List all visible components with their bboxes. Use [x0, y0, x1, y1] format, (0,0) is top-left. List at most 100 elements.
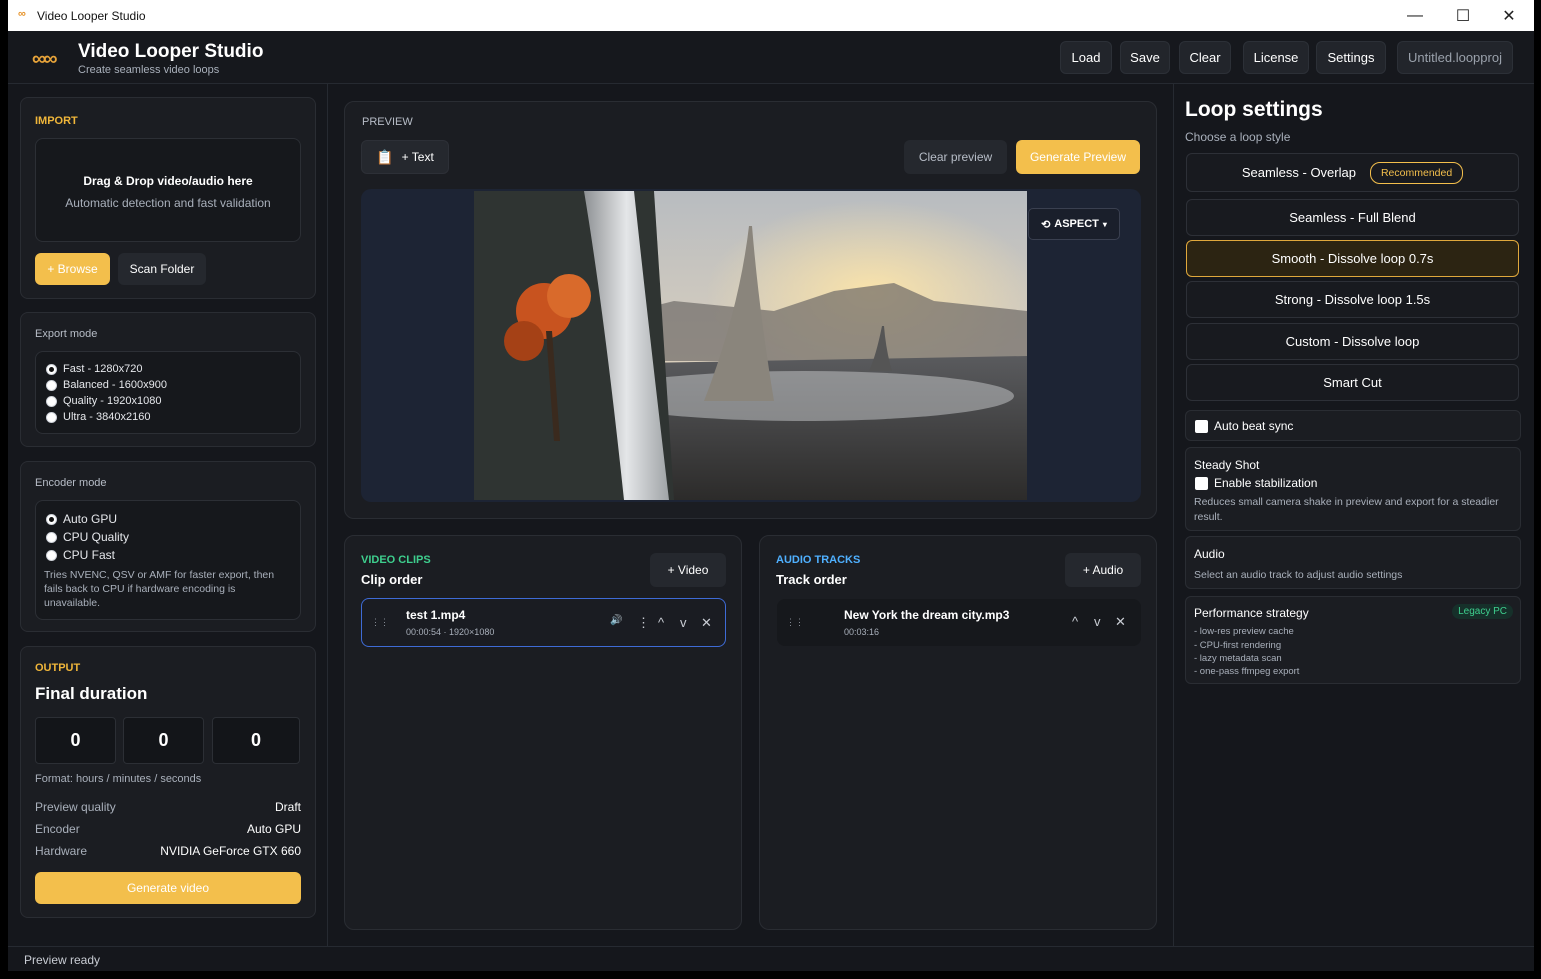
drag-handle-icon[interactable]: ⋮⋮ [371, 617, 389, 628]
app-subtitle: Create seamless video loops [78, 64, 220, 76]
encoder-option-label: CPU Fast [63, 548, 116, 562]
export-option-fast[interactable]: Fast - 1280x720 [46, 363, 143, 375]
encoder-note: Tries NVENC, QSV or AMF for faster expor… [44, 569, 275, 609]
output-title: OUTPUT [35, 662, 81, 674]
volume-icon[interactable]: 🔊 [610, 615, 622, 626]
loop-option-smart-cut[interactable]: Smart Cut [1186, 364, 1519, 401]
auto-beat-sync-row[interactable]: Auto beat sync [1185, 410, 1521, 441]
seconds-field[interactable]: 0 [212, 717, 300, 764]
logo-icon: ∞∞ [32, 48, 57, 70]
add-text-button[interactable]: 📋 + Text [361, 140, 449, 174]
load-button[interactable]: Load [1060, 41, 1112, 74]
clear-button[interactable]: Clear [1179, 41, 1231, 74]
hours-field[interactable]: 0 [35, 717, 116, 764]
audio-settings-title: Audio [1194, 547, 1225, 561]
export-option-ultra[interactable]: Ultra - 3840x2160 [46, 411, 150, 423]
drop-zone-subtitle: Automatic detection and fast validation [65, 196, 271, 210]
encoder-option-label: Auto GPU [63, 512, 118, 526]
preview-card: PREVIEW 📋 + Text Clear preview Generate … [344, 101, 1157, 519]
export-option-label: Fast - 1280x720 [63, 363, 143, 375]
radio-icon [46, 513, 57, 525]
app-header: ∞∞ Video Looper Studio Create seamless v… [8, 31, 1534, 84]
remove-clip-icon[interactable]: ✕ [701, 615, 712, 631]
export-mode-card: Export mode Fast - 1280x720 Balanced - 1… [20, 312, 316, 447]
loop-option-seamless-overlap[interactable]: Seamless - Overlap Recommended [1186, 153, 1519, 192]
export-option-label: Balanced - 1600x900 [63, 379, 167, 391]
aspect-dropdown[interactable]: ⟲ ASPECT ▾ [1028, 208, 1120, 240]
move-up-icon[interactable]: ^ [658, 615, 664, 630]
clip-order-heading: Clip order [361, 572, 423, 587]
loop-option-strong-dissolve[interactable]: Strong - Dissolve loop 1.5s [1186, 281, 1519, 318]
maximize-button[interactable]: ☐ [1440, 0, 1486, 31]
preview-viewport: ⟲ ASPECT ▾ [361, 189, 1141, 502]
save-button[interactable]: Save [1120, 41, 1170, 74]
browse-button[interactable]: + Browse [35, 253, 110, 285]
performance-item: - low-res preview cache [1194, 626, 1294, 637]
encoder-label: Encoder [35, 822, 80, 836]
encoder-mode-card: Encoder mode Auto GPU CPU Quality CPU Fa… [20, 461, 316, 632]
hardware-label: Hardware [35, 844, 88, 858]
auto-beat-sync-checkbox[interactable] [1195, 420, 1208, 434]
encoder-option-label: CPU Quality [63, 530, 130, 544]
radio-icon [46, 379, 57, 391]
license-button[interactable]: License [1243, 41, 1309, 74]
encoder-option-auto-gpu[interactable]: Auto GPU [46, 512, 117, 526]
left-panel: IMPORT Drag & Drop video/audio here Auto… [8, 84, 328, 946]
scan-folder-button[interactable]: Scan Folder [118, 253, 206, 285]
legacy-pc-badge: Legacy PC [1452, 604, 1513, 619]
generate-video-button[interactable]: Generate video [35, 872, 301, 904]
app-window: ∞ Video Looper Studio — ☐ ✕ ∞∞ Video Loo… [8, 0, 1534, 971]
performance-item: - lazy metadata scan [1194, 653, 1282, 664]
project-name-button[interactable]: Untitled.loopproj [1397, 41, 1513, 74]
preview-quality-row: Preview quality Draft [35, 800, 301, 814]
stabilization-checkbox[interactable] [1195, 477, 1208, 491]
track-meta: 00:03:16 [844, 627, 880, 637]
move-down-icon[interactable]: v [1094, 614, 1101, 629]
track-name: New York the dream city.mp3 [844, 608, 1010, 622]
add-video-button[interactable]: + Video [650, 553, 726, 587]
drag-handle-icon[interactable]: ⋮⋮ [786, 617, 804, 628]
export-option-balanced[interactable]: Balanced - 1600x900 [46, 379, 167, 391]
settings-button[interactable]: Settings [1316, 41, 1386, 74]
close-window-button[interactable]: ✕ [1486, 0, 1532, 31]
minimize-button[interactable]: — [1392, 0, 1438, 31]
clear-preview-button[interactable]: Clear preview [904, 140, 1007, 174]
clipboard-icon: 📋 [376, 148, 394, 165]
stabilization-label: Enable stabilization [1214, 476, 1318, 490]
move-down-icon[interactable]: v [680, 615, 687, 630]
audio-tracks-title: AUDIO TRACKS [776, 554, 861, 566]
radio-icon [46, 411, 57, 423]
export-mode-label: Export mode [35, 328, 98, 340]
preview-quality-value: Draft [274, 800, 301, 814]
minutes-field[interactable]: 0 [123, 717, 204, 764]
loop-option-smooth-dissolve[interactable]: Smooth - Dissolve loop 0.7s [1186, 240, 1519, 277]
drop-zone[interactable]: Drag & Drop video/audio here Automatic d… [35, 138, 301, 242]
loop-option-custom-dissolve[interactable]: Custom - Dissolve loop [1186, 323, 1519, 360]
status-bar: Preview ready [8, 946, 1534, 971]
move-up-icon[interactable]: ^ [1072, 614, 1078, 629]
right-panel: Loop settings Choose a loop style Seamle… [1173, 84, 1534, 946]
import-title: IMPORT [35, 115, 78, 127]
encoder-option-cpu-fast[interactable]: CPU Fast [46, 548, 115, 562]
remove-track-icon[interactable]: ✕ [1115, 614, 1126, 630]
track-row[interactable]: ⋮⋮ New York the dream city.mp3 00:03:16 … [777, 599, 1141, 646]
preview-title: PREVIEW [362, 116, 413, 128]
encoder-option-cpu-quality[interactable]: CPU Quality [46, 530, 129, 544]
hardware-value: NVIDIA GeForce GTX 660 [160, 844, 301, 858]
generate-preview-button[interactable]: Generate Preview [1016, 140, 1140, 174]
export-option-quality[interactable]: Quality - 1920x1080 [46, 395, 161, 407]
performance-item: - CPU-first rendering [1194, 640, 1282, 651]
preview-frame [474, 191, 1027, 500]
radio-icon [46, 531, 57, 543]
title-bar: ∞ Video Looper Studio — ☐ ✕ [8, 0, 1534, 31]
clip-meta: 00:00:54 · 1920×1080 [406, 627, 495, 637]
aspect-label: ASPECT [1054, 218, 1099, 230]
loop-option-seamless-full-blend[interactable]: Seamless - Full Blend [1186, 199, 1519, 236]
stabilization-row[interactable]: Enable stabilization [1195, 476, 1318, 491]
export-option-label: Quality - 1920x1080 [63, 395, 162, 407]
export-mode-group: Fast - 1280x720 Balanced - 1600x900 Qual… [35, 351, 301, 434]
clip-row[interactable]: ⋮⋮ test 1.mp4 00:00:54 · 1920×1080 🔊 ⋮ ^… [361, 598, 726, 647]
more-icon[interactable]: ⋮ [637, 615, 650, 631]
add-audio-button[interactable]: + Audio [1065, 553, 1141, 587]
final-duration-heading: Final duration [35, 684, 148, 703]
